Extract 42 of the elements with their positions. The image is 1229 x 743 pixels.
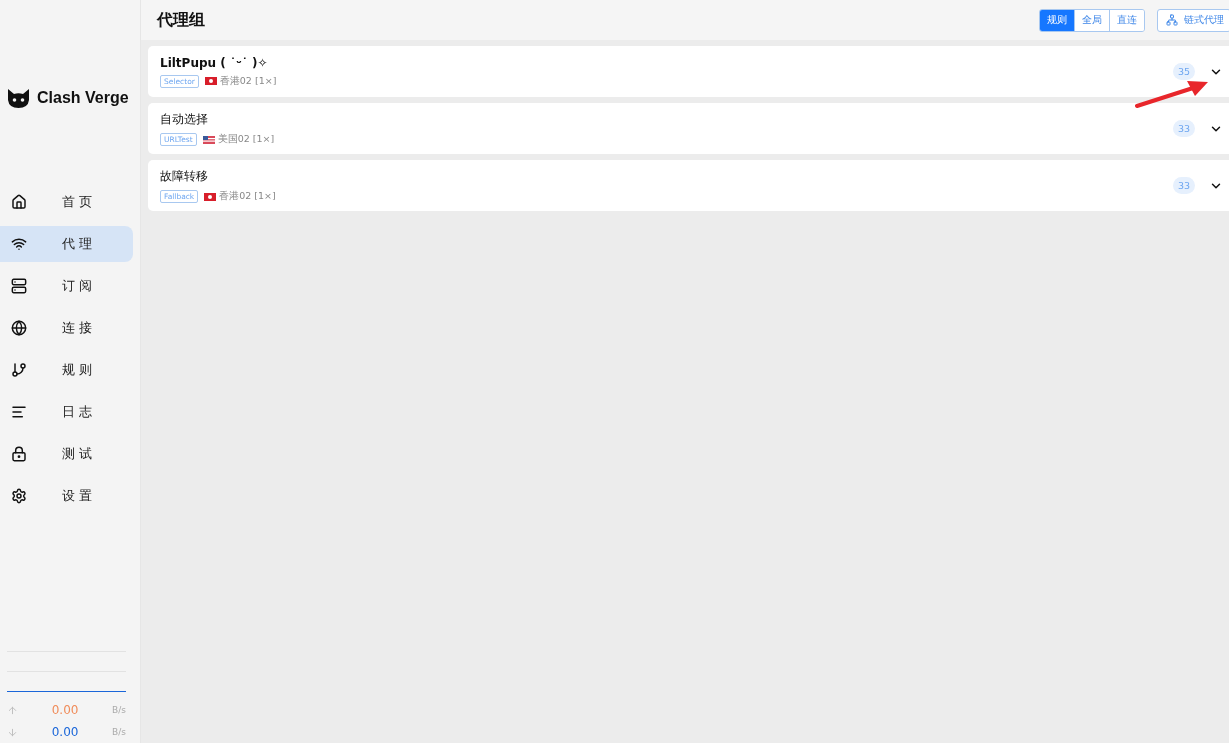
nav-item[interactable]: 订阅 [0, 268, 133, 304]
chain-proxy-button[interactable]: 链式代理 [1157, 8, 1229, 32]
current-proxy: 香港02 [1×] [219, 190, 276, 203]
cat-logo-icon [7, 87, 30, 109]
upload-icon [7, 704, 18, 716]
network-icon [1166, 14, 1178, 26]
proxy-count: 35 [1172, 63, 1195, 80]
settings-icon [11, 488, 27, 504]
page-title: 代理组 [157, 9, 206, 31]
proxy-count: 33 [1172, 120, 1195, 137]
globe-icon [11, 320, 27, 336]
group-name: LiltPupu ( ˙ᵕ˙ )✧ [160, 55, 268, 70]
lock-icon [11, 446, 27, 462]
current-proxy: 香港02 [1×] [219, 74, 277, 88]
nav-item[interactable]: 首页 [0, 184, 133, 220]
nav-item[interactable]: 规则 [0, 352, 133, 388]
branch-icon [11, 362, 27, 378]
flag-icon [204, 77, 217, 85]
speed-unit: B/s [112, 727, 126, 737]
group-name: 自动选择 [160, 111, 208, 128]
mode-tab[interactable]: 规则 [1040, 9, 1074, 31]
flag-icon [202, 135, 215, 144]
app-name: Clash Verge [37, 89, 129, 107]
nav-item[interactable]: 测试 [0, 436, 133, 472]
server-icon [11, 278, 27, 294]
current-proxy: 美国02 [1×] [217, 133, 275, 146]
nav-item[interactable]: 代理 [0, 226, 133, 262]
proxy-count: 33 [1172, 177, 1195, 194]
mode-tab[interactable]: 全局 [1074, 9, 1109, 31]
mode-tab[interactable]: 直连 [1109, 9, 1144, 31]
download-icon [7, 726, 18, 738]
wifi-icon [11, 236, 27, 252]
group-name: 故障转移 [160, 168, 208, 185]
flag-icon [204, 192, 217, 201]
download-speed: 0.00 [50, 725, 80, 739]
nav-item[interactable]: 日志 [0, 394, 133, 430]
lines-icon [11, 404, 27, 420]
speed-unit: B/s [112, 705, 126, 715]
home-icon [11, 194, 27, 210]
upload-speed: 0.00 [50, 703, 80, 717]
nav-item[interactable]: 连接 [0, 310, 133, 346]
nav-item[interactable]: 设置 [0, 478, 133, 514]
